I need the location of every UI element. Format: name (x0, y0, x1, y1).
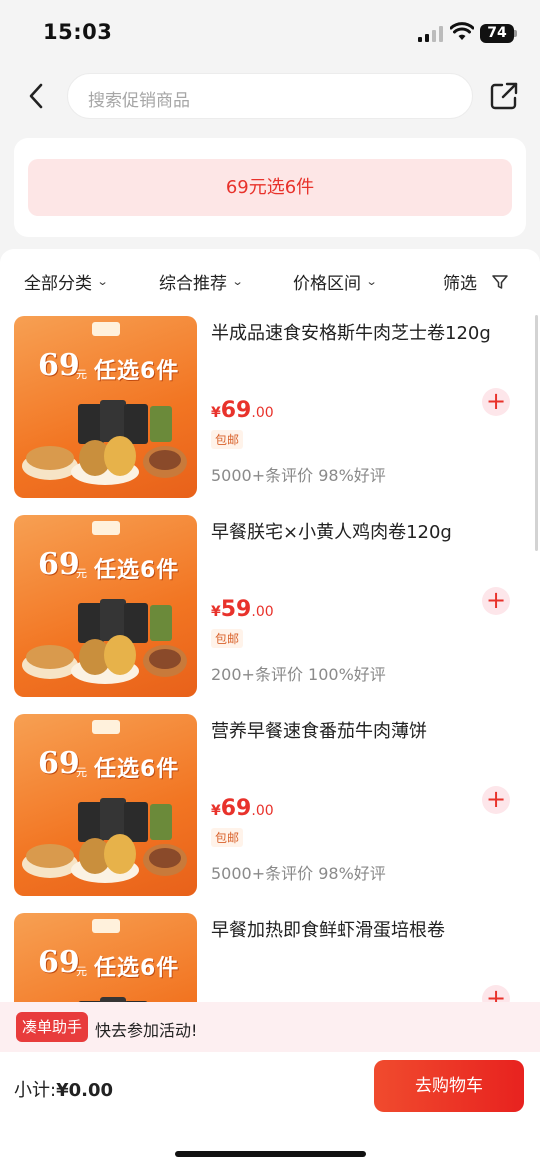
thumb-slogan: 任选6件 (94, 757, 180, 782)
thumb-price: 69 (38, 348, 80, 383)
food-image (22, 599, 187, 684)
promo-banner[interactable]: 69元选6件 (28, 159, 512, 216)
price-decimal: .00 (251, 405, 274, 421)
search-input[interactable]: 搜索促销商品 (67, 73, 473, 119)
product-title[interactable]: 半成品速食安格斯牛肉芝士卷120g (211, 322, 521, 346)
subtotal-value: ¥0.00 (56, 1080, 114, 1101)
product-list-panel: 全部分类 ⌄ 综合推荐 ⌄ 价格区间 ⌄ 筛选 69 元 任选6件 半成品速食安… (0, 249, 540, 1009)
product-title[interactable]: 早餐朕宅×小黄人鸡肉卷120g (211, 521, 521, 545)
order-helper-bar[interactable]: 凑单助手 快去参加活动! (0, 1002, 540, 1052)
status-bar: 15:03 74 (0, 0, 540, 68)
filter-bar: 全部分类 ⌄ 综合推荐 ⌄ 价格区间 ⌄ 筛选 (0, 249, 540, 313)
thumb-slogan: 任选6件 (94, 558, 180, 583)
product-item[interactable]: 69 元 任选6件 早餐加热即食鲜虾滑蛋培根卷 + (0, 913, 540, 1009)
battery-level: 74 (480, 24, 514, 43)
product-thumbnail[interactable]: 69 元 任选6件 (14, 515, 197, 697)
product-item[interactable]: 69 元 任选6件 半成品速食安格斯牛肉芝士卷120g ¥69.00 包邮 50… (0, 316, 540, 515)
thumb-unit: 元 (76, 368, 87, 381)
product-thumbnail[interactable]: 69 元 任选6件 (14, 913, 197, 1009)
food-image (22, 798, 187, 883)
go-to-cart-button[interactable]: 去购物车 (374, 1060, 524, 1112)
price-symbol: ¥ (211, 604, 221, 620)
nav-bar: 搜索促销商品 (0, 68, 540, 124)
free-shipping-badge: 包邮 (211, 828, 244, 847)
chevron-down-icon: ⌄ (365, 275, 378, 288)
price-integer: 69 (220, 398, 252, 423)
price-integer: 59 (220, 597, 252, 622)
product-price: ¥69.00 (211, 796, 274, 821)
product-reviews: 200+条评价 100%好评 (211, 665, 386, 684)
share-icon[interactable] (488, 80, 520, 112)
product-thumbnail[interactable]: 69 元 任选6件 (14, 714, 197, 896)
filter-label: 价格区间 (293, 274, 361, 294)
back-button[interactable] (20, 76, 52, 116)
filter-label: 筛选 (443, 274, 477, 294)
battery-cap (514, 30, 517, 37)
search-placeholder: 搜索促销商品 (88, 91, 190, 111)
bottom-bar: 小计:¥0.00 去购物车 (0, 1052, 540, 1168)
helper-text: 快去参加活动! (95, 1021, 198, 1040)
promo-card: 69元选6件 (14, 138, 526, 237)
price-symbol: ¥ (211, 405, 221, 421)
plus-icon: + (485, 586, 507, 614)
chevron-left-icon (29, 83, 43, 109)
filter-price-range[interactable]: 价格区间 ⌄ (293, 269, 378, 294)
free-shipping-badge: 包邮 (211, 430, 244, 449)
product-price: ¥69.00 (211, 398, 274, 423)
free-shipping-badge: 包邮 (211, 629, 244, 648)
product-title[interactable]: 营养早餐速食番茄牛肉薄饼 (211, 720, 521, 744)
thumb-unit: 元 (76, 766, 87, 779)
plus-icon: + (485, 387, 507, 415)
thumb-unit: 元 (76, 965, 87, 978)
brand-logo (92, 521, 120, 535)
thumb-unit: 元 (76, 567, 87, 580)
plus-icon: + (485, 785, 507, 813)
product-reviews: 5000+条评价 98%好评 (211, 864, 386, 883)
filter-icon (492, 274, 508, 289)
helper-tag: 凑单助手 (16, 1012, 89, 1042)
filter-all-categories[interactable]: 全部分类 ⌄ (24, 269, 109, 294)
filter-label: 全部分类 (24, 274, 92, 294)
product-title[interactable]: 早餐加热即食鲜虾滑蛋培根卷 (211, 919, 521, 943)
wifi-icon (450, 22, 474, 40)
add-to-cart-button[interactable]: + (482, 388, 510, 416)
product-reviews: 5000+条评价 98%好评 (211, 466, 386, 485)
home-indicator (175, 1151, 366, 1157)
add-to-cart-button[interactable]: + (482, 786, 510, 814)
status-time: 15:03 (43, 20, 113, 44)
product-thumbnail[interactable]: 69 元 任选6件 (14, 316, 197, 498)
product-item[interactable]: 69 元 任选6件 营养早餐速食番茄牛肉薄饼 ¥69.00 包邮 5000+条评… (0, 714, 540, 913)
product-price: ¥59.00 (211, 597, 274, 622)
thumb-slogan: 任选6件 (94, 956, 180, 981)
subtotal: 小计:¥0.00 (14, 1076, 113, 1102)
subtotal-label: 小计: (14, 1080, 57, 1101)
thumb-slogan: 任选6件 (94, 359, 180, 384)
filter-label: 综合推荐 (159, 274, 227, 294)
brand-logo (92, 322, 120, 336)
filter-button[interactable]: 筛选 (443, 269, 509, 294)
add-to-cart-button[interactable]: + (482, 587, 510, 615)
price-symbol: ¥ (211, 803, 221, 819)
price-decimal: .00 (251, 604, 274, 620)
chevron-down-icon: ⌄ (96, 275, 109, 288)
food-image (22, 400, 187, 485)
brand-logo (92, 720, 120, 734)
thumb-price: 69 (38, 945, 80, 980)
thumb-price: 69 (38, 547, 80, 582)
thumb-price: 69 (38, 746, 80, 781)
price-integer: 69 (220, 796, 252, 821)
price-decimal: .00 (251, 803, 274, 819)
filter-recommended[interactable]: 综合推荐 ⌄ (159, 269, 244, 294)
chevron-down-icon: ⌄ (231, 275, 244, 288)
product-item[interactable]: 69 元 任选6件 早餐朕宅×小黄人鸡肉卷120g ¥59.00 包邮 200+… (0, 515, 540, 714)
cellular-signal-icon (418, 26, 443, 42)
brand-logo (92, 919, 120, 933)
